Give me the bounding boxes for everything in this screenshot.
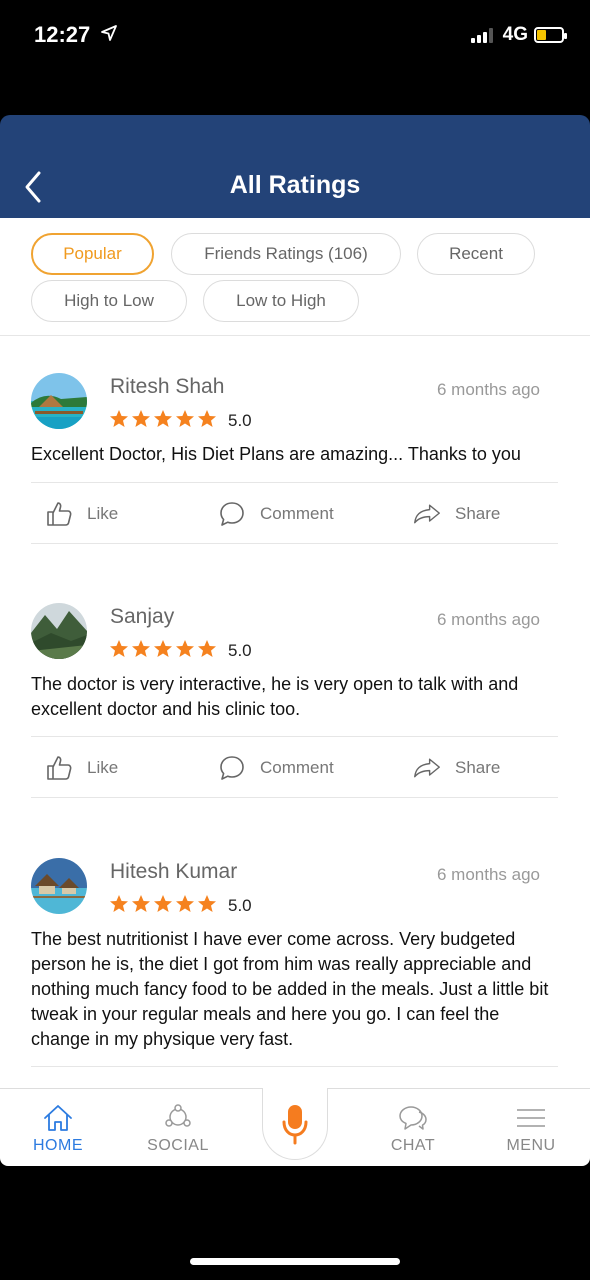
star-icon	[198, 895, 216, 912]
filter-low-to-high[interactable]: Low to High	[203, 280, 359, 322]
avatar	[31, 603, 87, 659]
filter-recent[interactable]: Recent	[417, 233, 535, 275]
thumbs-up-icon	[47, 756, 72, 780]
nav-menu[interactable]: MENU	[486, 1089, 576, 1167]
bottom-navigation: HOME SOCIAL CHAT MENU	[0, 1088, 590, 1166]
comment-label: Comment	[260, 504, 334, 523]
voice-search-button[interactable]	[262, 1088, 328, 1160]
share-label: Share	[455, 758, 501, 777]
star-rating	[109, 639, 217, 659]
share-arrow-icon	[414, 504, 440, 524]
like-label: Like	[87, 504, 119, 523]
location-arrow-icon	[101, 25, 117, 41]
microphone-icon	[282, 1104, 308, 1144]
review-card: Hitesh Kumar 6 months ago 5.0 The best n…	[0, 843, 590, 1088]
reviewer-name: Hitesh Kumar	[110, 860, 238, 883]
nav-menu-label: MENU	[506, 1137, 556, 1154]
star-rating	[109, 894, 217, 914]
social-network-icon	[165, 1104, 191, 1127]
review-card: Ritesh Shah 6 months ago 5.0 Excellent D…	[0, 358, 590, 548]
star-icon	[198, 410, 216, 427]
avatar	[31, 858, 87, 914]
app-header: All Ratings	[0, 115, 590, 218]
star-icon	[110, 895, 128, 912]
review-time: 6 months ago	[436, 380, 540, 399]
review-actions: Like Comment Share	[31, 482, 558, 544]
rating-score: 5.0	[228, 641, 252, 660]
like-label: Like	[87, 758, 119, 777]
nav-home[interactable]: HOME	[13, 1089, 103, 1167]
share-button[interactable]: Share	[413, 737, 500, 799]
star-icon	[154, 410, 172, 427]
comment-button[interactable]: Comment	[218, 737, 334, 799]
review-actions: Like Comment Share	[31, 736, 558, 798]
star-icon	[198, 640, 216, 657]
review-text: The doctor is very interactive, he is ve…	[31, 674, 519, 719]
star-icon	[176, 410, 194, 427]
chat-bubbles-icon	[399, 1106, 427, 1130]
filter-friends-ratings[interactable]: Friends Ratings (106)	[171, 233, 401, 275]
rating-score: 5.0	[228, 896, 252, 915]
star-icon	[110, 410, 128, 427]
star-icon	[132, 410, 150, 427]
nav-social[interactable]: SOCIAL	[133, 1089, 223, 1167]
star-icon	[110, 640, 128, 657]
share-arrow-icon	[414, 758, 440, 778]
battery-icon	[534, 27, 567, 43]
rating-score: 5.0	[228, 411, 252, 430]
ratings-content[interactable]: Popular Friends Ratings (106) Recent Hig…	[0, 218, 590, 1088]
review-text: The best nutritionist I have ever come a…	[31, 929, 549, 1049]
status-time: 12:27	[34, 22, 91, 47]
status-indicators: 4G	[470, 24, 567, 46]
page-title: All Ratings	[229, 171, 361, 199]
hamburger-menu-icon	[517, 1109, 545, 1127]
signal-icon	[470, 27, 493, 43]
filter-high-to-low[interactable]: High to Low	[31, 280, 187, 322]
status-bar: 12:27 4G	[0, 0, 590, 115]
avatar	[31, 373, 87, 429]
filter-chips: Popular Friends Ratings (106) Recent Hig…	[0, 218, 590, 336]
comment-bubble-icon	[220, 756, 244, 780]
network-type: 4G	[502, 24, 528, 45]
review-card: Sanjay 6 months ago 5.0 The doctor is ve…	[0, 588, 590, 798]
star-rating	[109, 409, 217, 429]
nav-chat-label: CHAT	[390, 1137, 436, 1154]
star-icon	[176, 640, 194, 657]
reviewer-name: Sanjay	[110, 605, 175, 628]
home-icon	[44, 1105, 72, 1131]
star-icon	[132, 895, 150, 912]
comment-button[interactable]: Comment	[218, 483, 334, 545]
review-time: 6 months ago	[436, 610, 540, 629]
review-actions	[31, 1066, 558, 1088]
nav-chat[interactable]: CHAT	[368, 1089, 458, 1167]
nav-home-label: HOME	[33, 1137, 83, 1154]
share-button[interactable]: Share	[413, 483, 500, 545]
review-time: 6 months ago	[436, 865, 540, 884]
comment-label: Comment	[260, 758, 334, 777]
home-indicator[interactable]	[190, 1258, 400, 1265]
star-icon	[132, 640, 150, 657]
share-label: Share	[455, 504, 501, 523]
reviewer-name: Ritesh Shah	[110, 375, 225, 398]
like-button[interactable]: Like	[45, 737, 118, 799]
like-button[interactable]: Like	[45, 483, 118, 545]
nav-social-label: SOCIAL	[147, 1137, 209, 1154]
star-icon	[176, 895, 194, 912]
review-text: Excellent Doctor, His Diet Plans are ama…	[31, 444, 521, 464]
thumbs-up-icon	[47, 502, 72, 526]
filter-popular[interactable]: Popular	[31, 233, 154, 275]
comment-bubble-icon	[220, 502, 244, 526]
star-icon	[154, 640, 172, 657]
star-icon	[154, 895, 172, 912]
